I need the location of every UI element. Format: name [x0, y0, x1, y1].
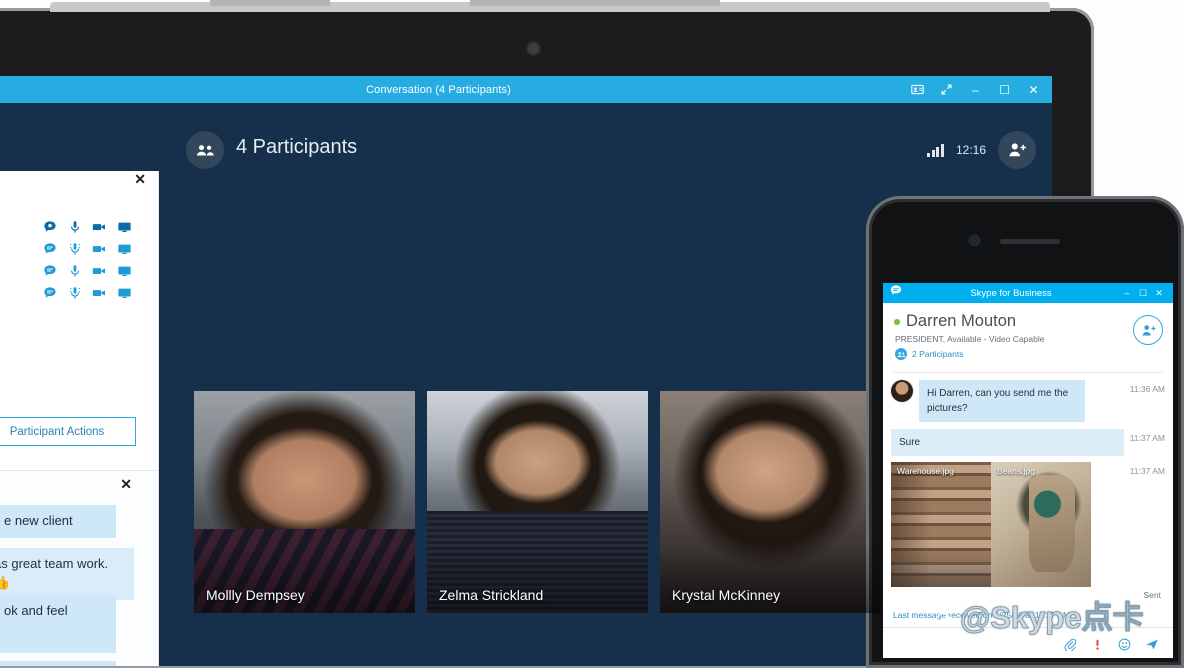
phone-compose-toolbar — [883, 628, 1173, 656]
screen-share-icon[interactable] — [117, 241, 132, 256]
message-time: 11:37 AM — [1129, 433, 1165, 443]
laptop-lid-notch-right — [470, 0, 720, 6]
participant-name: Mollly Dempsey — [206, 587, 305, 603]
close-button[interactable]: ✕ — [1019, 76, 1048, 103]
im-icon[interactable] — [42, 241, 57, 256]
people-icon — [895, 348, 907, 360]
phone-screen: Skype for Business – ☐ ✕ Darren Mouton P… — [883, 283, 1173, 658]
conversation-header: 4 Participants 12:16 — [182, 103, 1052, 193]
attachment-label: Warehouse.jpg — [897, 466, 954, 476]
participant-actions-button[interactable]: Participant Actions — [0, 417, 136, 446]
status-badge: Sent — [1143, 590, 1162, 600]
attachment-thumbnails[interactable]: Warehouse.jpg Beans.jpg — [891, 462, 1091, 587]
attachment-row: Warehouse.jpg Beans.jpg 11:37 AM — [883, 456, 1173, 587]
signal-bars-icon — [927, 143, 944, 157]
attachment-label: Beans.jpg — [997, 466, 1035, 476]
contact-name: Darren Mouton — [906, 312, 1017, 330]
phone-title-bar: Skype for Business – ☐ ✕ — [883, 283, 1173, 303]
screenshot-stage: Conversation (4 Participants) – ☐ ✕ 4 Pa… — [0, 0, 1184, 668]
phone-front-camera-icon — [970, 236, 979, 245]
table-row[interactable] — [42, 241, 132, 256]
expand-icon[interactable] — [932, 76, 961, 103]
avatar — [891, 380, 913, 402]
mic-icon[interactable] — [67, 263, 82, 278]
chat-bubble: Hi Darren, can you send me the pictures? — [919, 380, 1085, 422]
chat-bubble: as great team work. 👍 — [0, 548, 134, 600]
message-time: 11:37 AM — [1129, 466, 1165, 476]
chat-bubble: Sure — [891, 429, 1124, 456]
send-icon[interactable] — [1145, 638, 1159, 656]
conversation-title-bar: Conversation (4 Participants) – ☐ ✕ — [0, 76, 1052, 103]
laptop-webcam-icon — [528, 43, 539, 54]
phone-contact-header: Darren Mouton PRESIDENT, Available - Vid… — [883, 303, 1173, 366]
attachment-thumbnail[interactable]: Beans.jpg — [991, 462, 1091, 587]
list-item: Hi Darren, can you send me the pictures?… — [883, 373, 1173, 422]
im-icon[interactable] — [42, 219, 57, 234]
attachment-image — [991, 462, 1091, 587]
video-icon[interactable] — [92, 285, 107, 300]
video-tile[interactable]: Krystal McKinney — [660, 391, 881, 613]
call-timer: 12:16 — [955, 143, 986, 157]
phone-minimize-button[interactable]: – — [1119, 288, 1135, 298]
video-icon[interactable] — [92, 263, 107, 278]
phone-window-title: Skype for Business — [970, 287, 1052, 299]
participants-label: 2 Participants — [912, 349, 964, 359]
contact-card-icon[interactable] — [903, 76, 932, 103]
mic-icon[interactable] — [67, 219, 82, 234]
skype-chat-icon — [889, 284, 903, 302]
participants-link[interactable]: 2 Participants — [895, 348, 1163, 360]
video-icon[interactable] — [92, 241, 107, 256]
window-controls: – ☐ ✕ — [903, 76, 1052, 103]
conversation-header-actions: 12:16 — [927, 131, 1036, 169]
chat-bubble: ok and feel — [0, 595, 116, 653]
table-row[interactable] — [42, 285, 132, 300]
message-time: 11:36 AM — [1129, 384, 1165, 394]
minimize-button[interactable]: – — [961, 76, 990, 103]
participant-roster-panel: ✕ Participant Actions — [0, 171, 159, 470]
list-item: Sure 11:37 AM — [883, 422, 1173, 456]
emoji-icon[interactable] — [1118, 638, 1131, 656]
last-message-notice: Last message received on 5/25/16 at 11:3… — [893, 610, 1071, 620]
phone-add-participant-button[interactable] — [1133, 315, 1163, 345]
attachment-image — [891, 462, 991, 587]
phone-earpiece — [1000, 239, 1060, 244]
video-tile[interactable]: Mollly Dempsey — [194, 391, 415, 613]
im-icon[interactable] — [42, 285, 57, 300]
screen-share-icon[interactable] — [117, 263, 132, 278]
people-icon — [186, 131, 224, 169]
contact-status: PRESIDENT, Available - Video Capable — [895, 334, 1045, 344]
im-icon[interactable] — [42, 263, 57, 278]
add-participant-button[interactable] — [998, 131, 1036, 169]
table-row[interactable] — [42, 219, 132, 234]
attach-icon[interactable] — [1064, 638, 1077, 656]
page-title: 4 Participants — [236, 136, 358, 158]
video-icon[interactable] — [92, 219, 107, 234]
maximize-button[interactable]: ☐ — [990, 76, 1019, 103]
roster-rows — [42, 219, 132, 300]
chat-bubble: y emoticons. — [0, 661, 116, 666]
participant-name: Krystal McKinney — [672, 587, 781, 603]
roster-close-button[interactable]: ✕ — [134, 171, 146, 188]
participant-name: Zelma Strickland — [439, 587, 544, 603]
mic-muted-icon[interactable] — [67, 285, 82, 300]
presence-indicator — [893, 317, 901, 326]
laptop-lid-notch-left — [210, 0, 330, 6]
alert-icon[interactable] — [1091, 638, 1104, 656]
phone-close-button[interactable]: ✕ — [1151, 288, 1167, 299]
attachment-thumbnail[interactable]: Warehouse.jpg — [891, 462, 991, 587]
im-chat-window: ✕ e new client as great team work. 👍 ok … — [0, 470, 159, 666]
window-title: Conversation (4 Participants) — [366, 83, 511, 96]
table-row[interactable] — [42, 263, 132, 278]
chat-bubble: e new client — [0, 505, 116, 538]
video-tile[interactable]: Zelma Strickland — [427, 391, 648, 613]
screen-share-icon[interactable] — [117, 219, 132, 234]
im-close-button[interactable]: ✕ — [120, 476, 132, 493]
screen-share-icon[interactable] — [117, 285, 132, 300]
mic-muted-icon[interactable] — [67, 241, 82, 256]
phone-maximize-button[interactable]: ☐ — [1135, 288, 1151, 299]
